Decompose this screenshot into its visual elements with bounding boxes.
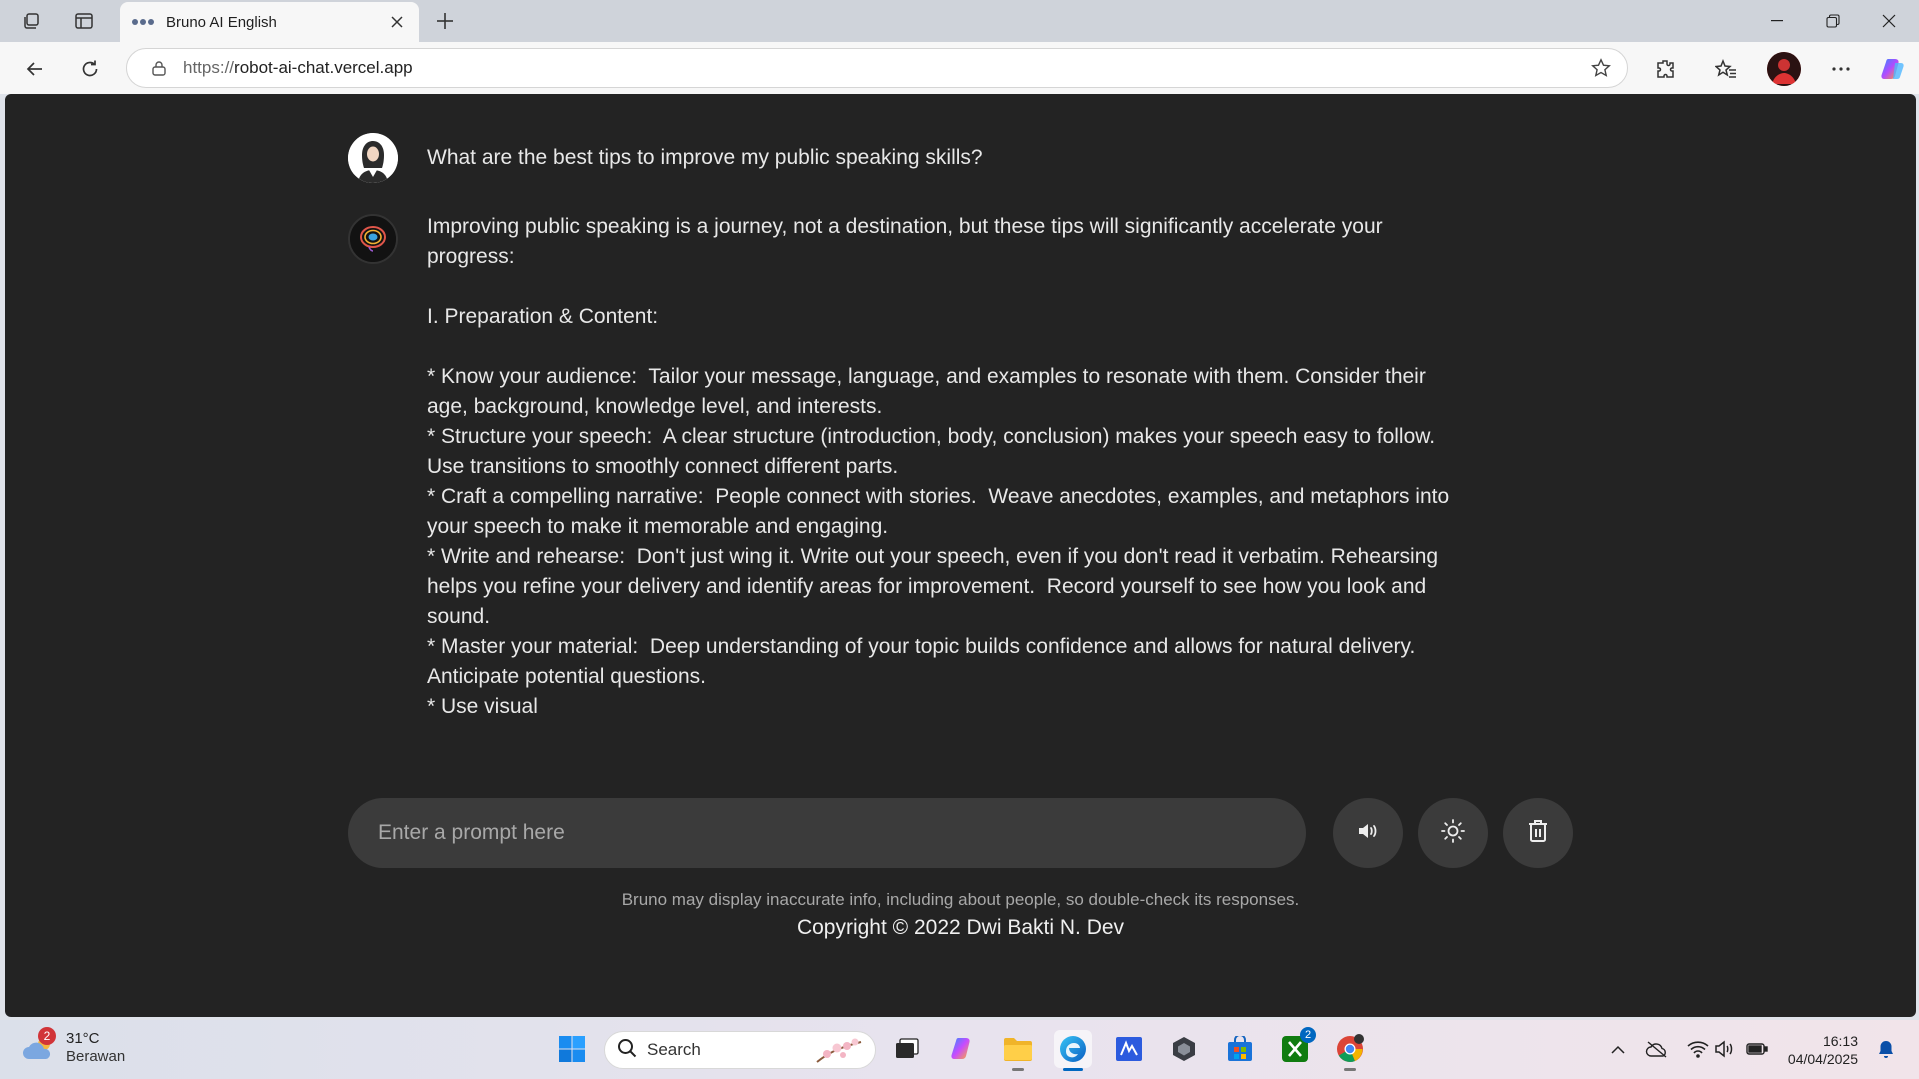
- weather-desc: Berawan: [66, 1048, 126, 1065]
- tab-favicon-icon: [132, 17, 154, 27]
- copilot-icon[interactable]: [1878, 54, 1908, 84]
- profile-avatar[interactable]: [1767, 52, 1801, 86]
- edge-browser-icon[interactable]: [1054, 1030, 1092, 1071]
- back-button[interactable]: [20, 54, 50, 84]
- chat-page: What are the best tips to improve my pub…: [5, 94, 1916, 1017]
- more-options-icon[interactable]: [1826, 54, 1856, 84]
- task-view-icon[interactable]: [888, 1030, 926, 1068]
- new-tab-button[interactable]: [430, 8, 460, 34]
- battery-icon[interactable]: [1745, 1037, 1769, 1061]
- xbox-icon[interactable]: 2: [1276, 1027, 1316, 1068]
- url-text[interactable]: https://robot-ai-chat.vercel.app: [183, 58, 413, 78]
- volume-icon[interactable]: [1713, 1037, 1737, 1061]
- cloud-icon: 2: [22, 1027, 56, 1061]
- notification-bell-icon[interactable]: [1874, 1037, 1898, 1061]
- speaker-button[interactable]: [1333, 798, 1403, 868]
- trash-icon: [1527, 819, 1549, 848]
- windows-logo-icon: [559, 1036, 585, 1062]
- search-label: Search: [647, 1040, 701, 1059]
- search-highlight-icon: [813, 1036, 865, 1071]
- minimize-icon[interactable]: [1749, 0, 1805, 42]
- onedrive-offline-icon[interactable]: [1645, 1037, 1669, 1061]
- clock-date: 04/04/2025: [1787, 1051, 1858, 1067]
- vertical-tabs-icon[interactable]: [70, 8, 98, 34]
- favorite-star-icon[interactable]: [1591, 58, 1611, 83]
- speaker-icon: [1356, 819, 1380, 848]
- running-indicator: [1012, 1068, 1024, 1071]
- workspaces-icon[interactable]: [18, 8, 46, 34]
- bot-avatar: [348, 214, 398, 264]
- disclaimer-text: Bruno may display inaccurate info, inclu…: [621, 890, 1300, 909]
- active-indicator: [1063, 1068, 1083, 1071]
- user-avatar: [348, 133, 398, 183]
- taskbar-clock[interactable]: 16:13 04/04/2025: [1780, 1032, 1858, 1068]
- copilot-app-icon[interactable]: [944, 1030, 982, 1068]
- prompt-input[interactable]: [348, 798, 1306, 868]
- start-button[interactable]: [553, 1030, 591, 1068]
- microsoft-store-icon[interactable]: [1221, 1030, 1259, 1068]
- url-host: robot-ai-chat.vercel.app: [234, 58, 413, 77]
- wifi-icon[interactable]: [1686, 1037, 1710, 1061]
- copyright-text: Copyright © 2022 Dwi Bakti N. Dev: [796, 916, 1125, 939]
- delete-chat-button[interactable]: [1503, 798, 1573, 868]
- running-indicator: [1344, 1068, 1356, 1071]
- theme-toggle-button[interactable]: [1418, 798, 1488, 868]
- extensions-icon[interactable]: [1650, 54, 1680, 84]
- unity-app-icon[interactable]: [1165, 1030, 1203, 1068]
- tray-overflow-icon[interactable]: [1606, 1037, 1630, 1061]
- close-tab-icon[interactable]: [387, 12, 407, 32]
- address-bar[interactable]: https://robot-ai-chat.vercel.app: [126, 48, 1628, 88]
- weather-temp: 31°C: [66, 1030, 100, 1047]
- active-tab[interactable]: Bruno AI English: [120, 2, 419, 42]
- clock-time: 16:13: [1822, 1033, 1858, 1049]
- xbox-badge: 2: [1300, 1027, 1316, 1043]
- sun-icon: [1440, 818, 1466, 849]
- restore-icon[interactable]: [1805, 0, 1861, 42]
- close-window-icon[interactable]: [1861, 0, 1917, 42]
- taskbar-search[interactable]: Search: [604, 1031, 876, 1069]
- tab-title: Bruno AI English: [166, 13, 277, 31]
- favorites-icon[interactable]: [1711, 54, 1741, 84]
- user-question: What are the best tips to improve my pub…: [427, 146, 983, 169]
- lock-icon[interactable]: [149, 60, 169, 76]
- windows-taskbar: 2 31°C Berawan Search 2 16:13 04/04/2025: [0, 1020, 1919, 1079]
- browser-tab-strip: Bruno AI English: [0, 0, 1919, 42]
- bot-answer: Improving public speaking is a journey, …: [427, 215, 1450, 718]
- browser-toolbar: https://robot-ai-chat.vercel.app: [0, 42, 1919, 94]
- reload-button[interactable]: [75, 54, 105, 84]
- chrome-icon[interactable]: [1331, 1030, 1369, 1071]
- url-scheme: https://: [183, 58, 235, 77]
- file-explorer-icon[interactable]: [999, 1030, 1037, 1071]
- search-icon: [617, 1038, 637, 1063]
- weather-widget[interactable]: 2 31°C Berawan: [22, 1027, 126, 1066]
- editor-app-icon[interactable]: [1110, 1030, 1148, 1068]
- weather-badge: 2: [38, 1027, 56, 1045]
